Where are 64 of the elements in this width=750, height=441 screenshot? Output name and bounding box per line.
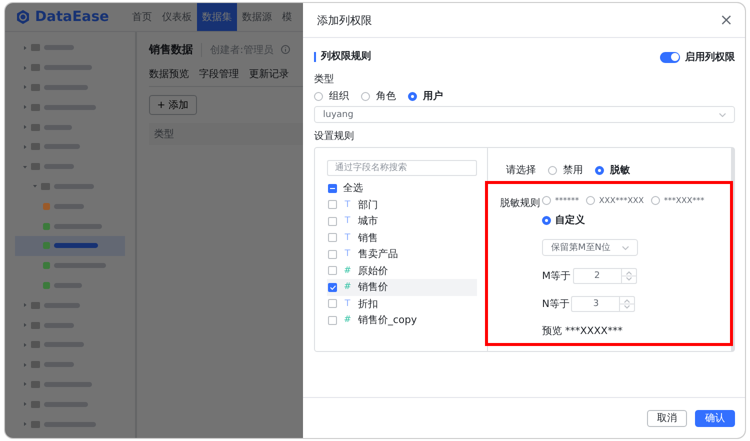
- field-name: 部门: [358, 198, 378, 212]
- add-button[interactable]: + 添加: [149, 95, 197, 115]
- radio-label: 组织: [329, 90, 349, 103]
- radio-label: 角色: [376, 90, 396, 103]
- field-type-icon: T: [343, 249, 352, 260]
- field-label: 设置规则: [314, 130, 355, 143]
- field-name: 原始价: [358, 264, 388, 278]
- confirm-button[interactable]: 确认: [695, 410, 735, 426]
- nav-tab[interactable]: 数据源: [237, 3, 277, 31]
- search-field[interactable]: 通过字段名称搜索: [327, 160, 477, 176]
- tab[interactable]: 字段管理: [199, 67, 239, 81]
- field-label: M等于: [542, 270, 571, 283]
- radio-option[interactable]: 用户: [408, 89, 443, 103]
- field-name: 折扣: [358, 298, 378, 311]
- column-header: 类型: [154, 128, 174, 141]
- radio-option[interactable]: 禁用: [548, 163, 583, 177]
- nav-tab[interactable]: 首页: [127, 3, 157, 31]
- preview-text: 预览 ***XXXX***: [542, 325, 624, 338]
- number-stepper[interactable]: 3: [571, 296, 636, 312]
- radio-label: 用户: [423, 89, 443, 103]
- radio-label: ******: [555, 196, 579, 205]
- cancel-button[interactable]: 取消: [647, 410, 687, 426]
- radio-label: 禁用: [563, 164, 583, 177]
- section-title: 列权限规则: [314, 52, 371, 62]
- radio-option[interactable]: 自定义: [542, 213, 585, 227]
- field-type-icon: T: [343, 298, 352, 309]
- radio-option[interactable]: ******: [542, 196, 579, 205]
- nav-tab[interactable]: 模: [277, 3, 297, 31]
- field-name: 销售价_copy: [358, 314, 417, 328]
- field-type-icon: T: [343, 216, 352, 226]
- field-label: 类型: [314, 72, 335, 86]
- toggle-label: 启用列权限: [685, 50, 735, 64]
- radio-label: 自定义: [555, 213, 585, 227]
- field-type-icon: #: [343, 282, 352, 292]
- field-name: 售卖产品: [358, 248, 398, 262]
- field-type-icon: T: [343, 200, 352, 210]
- radio-option[interactable]: 组织: [314, 89, 349, 103]
- field-type-icon: #: [343, 315, 352, 326]
- radio-label: XXX***XXX: [599, 196, 644, 205]
- user-select[interactable]: luyang: [314, 106, 735, 123]
- tab[interactable]: 数据预览: [149, 67, 189, 81]
- field-type-icon: #: [343, 266, 352, 276]
- nav-tab[interactable]: 仪表板: [157, 3, 197, 31]
- field-name: 销售价: [358, 281, 388, 294]
- number-stepper[interactable]: 2: [572, 268, 637, 284]
- radio-option[interactable]: 角色: [361, 89, 396, 103]
- logo-text: DataEase: [35, 9, 110, 25]
- radio-label: ***XXX***: [664, 196, 704, 205]
- radio-option[interactable]: ***XXX***: [650, 196, 704, 205]
- radio-option[interactable]: XXX***XXX: [586, 196, 644, 205]
- field-name: 销售: [358, 232, 378, 245]
- close-button[interactable]: ×: [718, 12, 735, 28]
- field-label: N等于: [542, 298, 570, 311]
- field-type-icon: T: [343, 232, 352, 243]
- dataset-title: 销售数据: [149, 42, 193, 57]
- radio-option[interactable]: 脱敏: [595, 163, 630, 177]
- field-name: 城市: [358, 214, 378, 228]
- drawer-title: 添加列权限: [317, 12, 372, 28]
- radio-label: 脱敏: [610, 164, 630, 177]
- field-label: 脱敏规则: [500, 197, 541, 211]
- rule-select[interactable]: 保留第M至N位: [542, 239, 638, 256]
- select-all-label: 全选: [343, 182, 363, 196]
- tab[interactable]: 更新记录: [249, 67, 289, 81]
- field-label: 请选择: [506, 164, 536, 177]
